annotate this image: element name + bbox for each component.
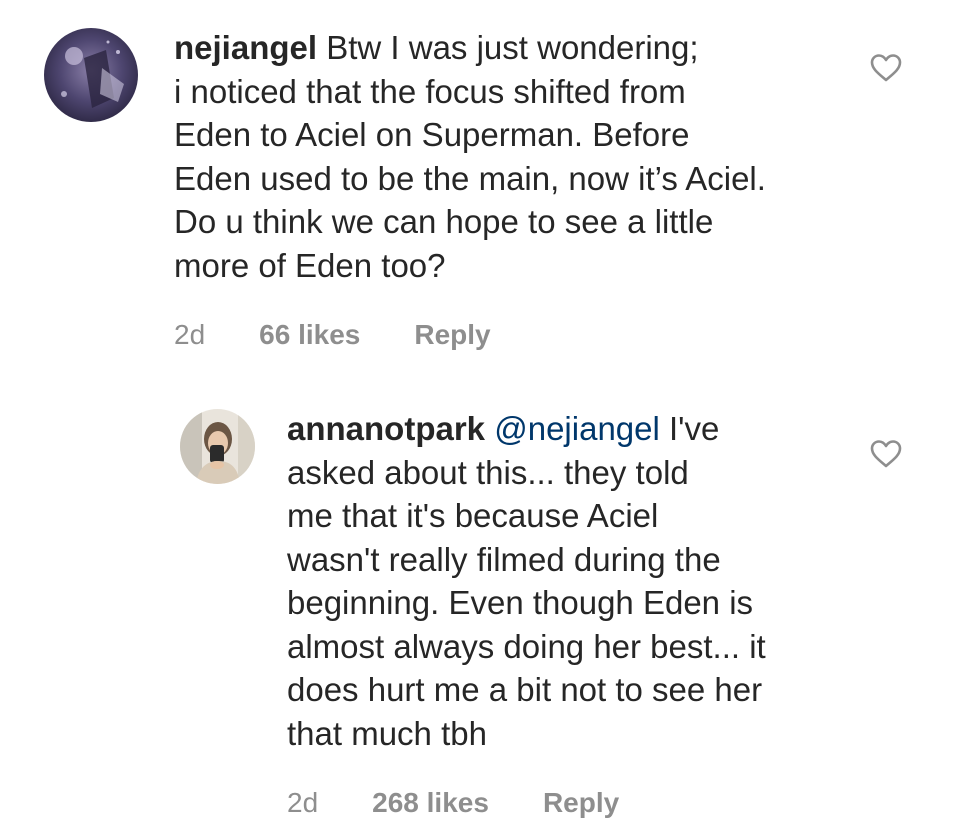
comment-text-line: asked about this... they told: [287, 453, 689, 491]
comment-text: nejiangel Btw I was just wondering; i no…: [174, 26, 854, 287]
reply-comment: annanotpark @nejiangel I've asked about …: [180, 407, 857, 819]
comment-text-line: that much tbh: [287, 714, 487, 752]
comment-text-line: more of Eden too?: [174, 246, 446, 284]
avatar[interactable]: [44, 28, 138, 122]
comment-mention-link[interactable]: @nejiangel: [494, 410, 660, 447]
comment-meta: 2d 66 likes Reply: [174, 319, 854, 351]
comment-likes-count[interactable]: 268 likes: [372, 787, 489, 819]
comment-username[interactable]: nejiangel: [174, 29, 317, 66]
avatar[interactable]: [180, 409, 255, 484]
comment-meta: 2d 268 likes Reply: [287, 787, 857, 819]
comment-text-line: wasn't really filmed during the: [287, 540, 721, 578]
comment-text-line: i noticed that the focus shifted from: [174, 72, 686, 110]
reply-button[interactable]: Reply: [543, 787, 619, 819]
comment-text-line: almost always doing her best... it: [287, 627, 766, 665]
comment: nejiangel Btw I was just wondering; i no…: [44, 26, 854, 351]
heart-icon-graphic: [870, 440, 902, 468]
comment-text-line: Do u think we can hope to see a little: [174, 203, 714, 240]
comment-text-line: me that it's because Aciel: [287, 497, 659, 534]
comment-body: annanotpark @nejiangel I've asked about …: [287, 407, 857, 819]
heart-outline-icon[interactable]: [870, 439, 902, 469]
comment-text-line: Btw I was just wondering;: [326, 29, 699, 66]
heart-icon-graphic: [870, 54, 902, 82]
comment-time: 2d: [174, 319, 206, 350]
comment-text-line: Eden to Aciel on Superman. Before: [174, 116, 690, 153]
comment-username[interactable]: annanotpark: [287, 410, 485, 447]
reply-button[interactable]: Reply: [414, 319, 490, 351]
comment-likes-count[interactable]: 66 likes: [259, 319, 360, 351]
comment-text-line: I've: [669, 410, 720, 447]
comment-text-line: does hurt me a bit not to see her: [287, 671, 763, 708]
comment-text-line: beginning. Even though Eden is: [287, 584, 754, 621]
avatar-image: [180, 409, 255, 484]
comment-text: annanotpark @nejiangel I've asked about …: [287, 407, 857, 755]
comment-time: 2d: [287, 787, 319, 818]
comment-text-line: Eden used to be the main, now it’s Aciel…: [174, 159, 766, 197]
heart-outline-icon[interactable]: [870, 53, 902, 83]
avatar-image: [44, 28, 138, 122]
comment-body: nejiangel Btw I was just wondering; i no…: [174, 26, 854, 351]
